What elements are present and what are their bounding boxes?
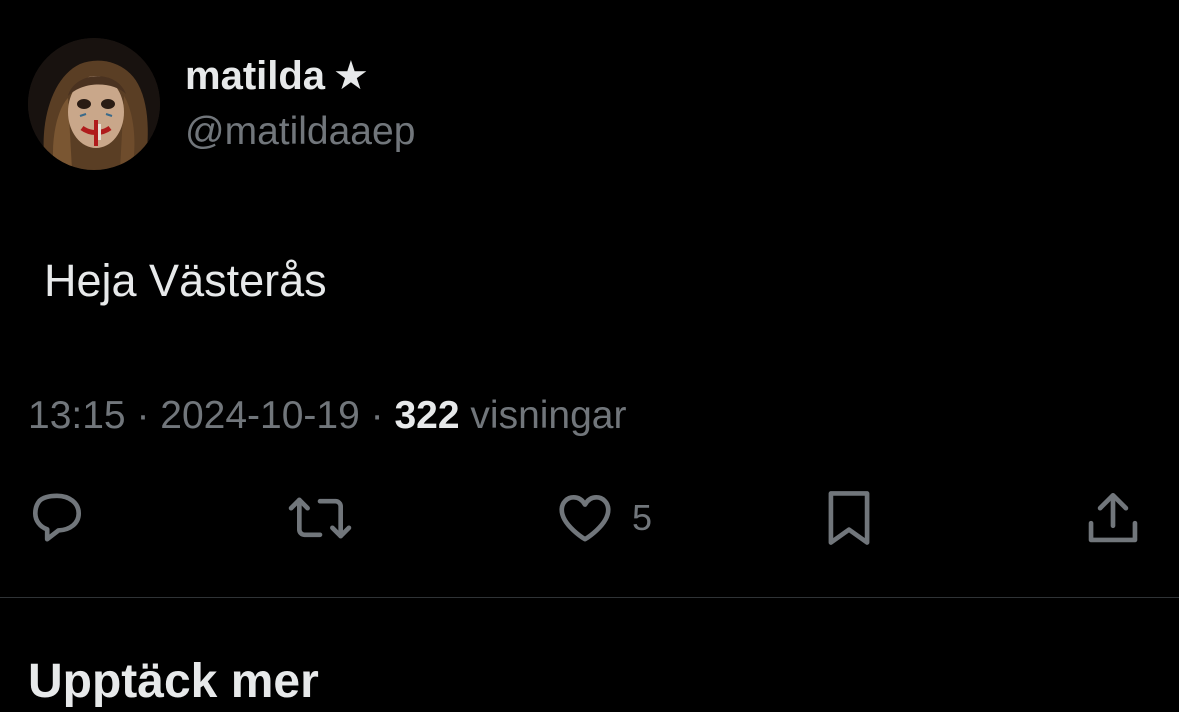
bookmark-icon — [828, 491, 870, 545]
author-display-name[interactable]: matilda ★ — [185, 52, 369, 100]
display-name-text: matilda — [185, 54, 326, 98]
share-icon — [1088, 492, 1138, 543]
like-button[interactable]: 5 — [554, 486, 652, 550]
tweet-date[interactable]: 2024-10-19 — [160, 394, 360, 437]
views-count: 322 — [394, 394, 460, 437]
tweet-meta: 13:15 · 2024-10-19 · 322 visningar — [28, 392, 626, 440]
tweet-text: Heja Västerås — [44, 255, 327, 306]
meta-separator: · — [370, 394, 384, 437]
author-handle[interactable]: @matildaaep — [185, 108, 415, 156]
bookmark-button[interactable] — [820, 486, 878, 550]
reply-button[interactable] — [26, 486, 88, 550]
avatar[interactable] — [28, 38, 160, 170]
share-button[interactable] — [1082, 486, 1144, 550]
meta-separator: · — [136, 394, 150, 437]
reply-icon — [32, 493, 82, 542]
discover-more-heading: Upptäck mer — [28, 655, 319, 708]
tweet-time[interactable]: 13:15 — [28, 394, 126, 437]
views-label: visningar — [470, 394, 627, 437]
like-count: 5 — [632, 497, 653, 538]
section-divider — [0, 597, 1179, 598]
retweet-button[interactable] — [286, 486, 354, 550]
star-badge-icon: ★ — [333, 54, 369, 98]
heart-icon — [559, 495, 611, 542]
retweet-icon — [288, 497, 352, 539]
avatar-photo — [28, 38, 160, 170]
